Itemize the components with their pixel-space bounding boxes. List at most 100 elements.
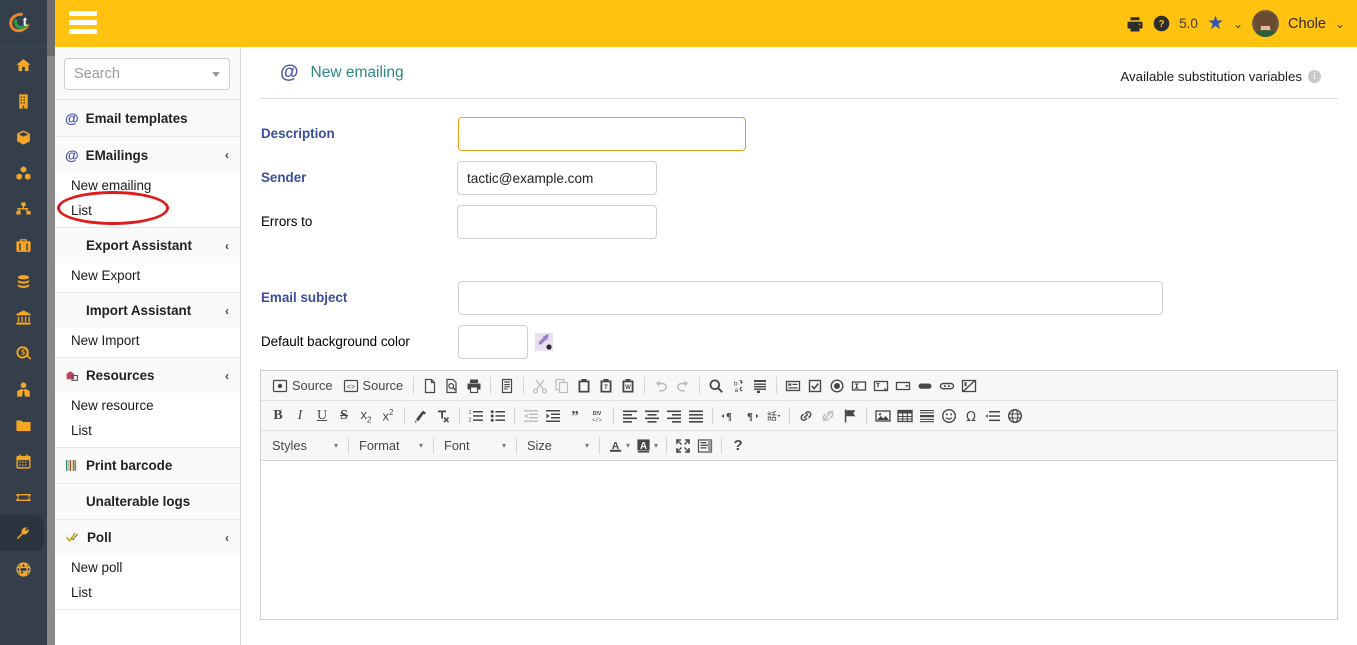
div-container-icon[interactable]: DIV </>: [586, 405, 608, 427]
iframe-icon[interactable]: [1004, 405, 1026, 427]
sidebar-subitem-list[interactable]: List: [55, 198, 240, 227]
rail-item-companies[interactable]: [0, 83, 47, 119]
rail-item-home[interactable]: [0, 47, 47, 83]
user-chevron-down-icon[interactable]: ⌄: [1335, 17, 1345, 31]
image-button-icon[interactable]: [936, 375, 958, 397]
sidebar-item-unalterable-logs[interactable]: Unalterable logs: [55, 484, 240, 519]
selection-field-icon[interactable]: [892, 375, 914, 397]
replace-icon[interactable]: ba: [727, 375, 749, 397]
templates-icon[interactable]: [496, 375, 518, 397]
print-icon[interactable]: [1126, 15, 1144, 33]
italic-button[interactable]: I: [289, 405, 311, 427]
rail-item-commercial[interactable]: [0, 227, 47, 263]
chevron-left-icon[interactable]: ‹: [225, 239, 229, 253]
chevron-left-icon[interactable]: ‹: [225, 531, 229, 545]
subscript-button[interactable]: x2: [355, 405, 377, 427]
copy-formatting-icon[interactable]: [410, 405, 432, 427]
user-name-label[interactable]: Chole: [1288, 16, 1326, 32]
rail-item-products[interactable]: [0, 119, 47, 155]
underline-button[interactable]: U: [311, 405, 333, 427]
font-dropdown[interactable]: Font ▾: [439, 435, 511, 457]
chevron-left-icon[interactable]: ‹: [225, 304, 229, 318]
sidebar-subitem-list[interactable]: List: [55, 418, 240, 447]
radio-button-icon[interactable]: [826, 375, 848, 397]
menu-hamburger-icon[interactable]: [69, 11, 97, 38]
rail-item-accounting[interactable]: [0, 335, 47, 371]
email-subject-input[interactable]: [458, 281, 1163, 315]
star-icon[interactable]: ★: [1207, 12, 1224, 35]
chevron-left-icon[interactable]: ‹: [225, 148, 229, 162]
rail-item-projects[interactable]: [0, 191, 47, 227]
print-icon[interactable]: [463, 375, 485, 397]
eyedropper-icon[interactable]: [534, 332, 554, 352]
paste-icon[interactable]: [573, 375, 595, 397]
preview-icon[interactable]: [441, 375, 463, 397]
textarea-icon[interactable]: [870, 375, 892, 397]
sidebar-item-email-templates[interactable]: @ Email templates: [55, 100, 240, 136]
sender-input[interactable]: [457, 161, 657, 195]
rail-item-tickets[interactable]: [0, 479, 47, 515]
paste-as-text-icon[interactable]: T: [595, 375, 617, 397]
app-logo[interactable]: t: [0, 0, 47, 47]
sidebar-item-import-assistant[interactable]: Import Assistant ‹: [55, 293, 240, 328]
show-blocks-icon[interactable]: [694, 435, 716, 457]
checkbox-icon[interactable]: [804, 375, 826, 397]
source-button[interactable]: Source: [267, 375, 338, 397]
numbered-list-icon[interactable]: 12: [465, 405, 487, 427]
editor-content-area[interactable]: [261, 461, 1337, 617]
align-center-icon[interactable]: [641, 405, 663, 427]
bold-button[interactable]: B: [267, 405, 289, 427]
bulleted-list-icon[interactable]: [487, 405, 509, 427]
sidebar-subitem-new-poll[interactable]: New poll: [55, 555, 240, 580]
text-field-icon[interactable]: [848, 375, 870, 397]
sidebar-item-poll[interactable]: Poll ‹: [55, 520, 240, 555]
errors-to-input[interactable]: [457, 205, 657, 239]
styles-dropdown[interactable]: Styles ▾: [267, 435, 343, 457]
align-right-icon[interactable]: [663, 405, 685, 427]
sidebar-subitem-new-resource[interactable]: New resource: [55, 393, 240, 418]
rtl-icon[interactable]: ¶: [740, 405, 762, 427]
sidebar-item-export-assistant[interactable]: Export Assistant ‹: [55, 228, 240, 263]
hidden-field-icon[interactable]: [958, 375, 980, 397]
blockquote-icon[interactable]: ”: [564, 405, 586, 427]
rail-item-agenda[interactable]: [0, 443, 47, 479]
avatar[interactable]: [1252, 10, 1280, 37]
increase-indent-icon[interactable]: [542, 405, 564, 427]
special-character-icon[interactable]: Ω: [960, 405, 982, 427]
help-circle-icon[interactable]: ?: [1153, 15, 1170, 32]
rail-item-bank[interactable]: [0, 299, 47, 335]
search-input[interactable]: Search: [64, 58, 230, 90]
find-icon[interactable]: [705, 375, 727, 397]
ltr-icon[interactable]: ¶: [718, 405, 740, 427]
rail-item-tools[interactable]: [0, 515, 44, 551]
justify-icon[interactable]: [685, 405, 707, 427]
search-dropdown-caret-icon[interactable]: [212, 72, 220, 77]
new-page-icon[interactable]: [419, 375, 441, 397]
about-icon[interactable]: ?: [727, 435, 749, 457]
sidebar-item-resources[interactable]: Resources ‹: [55, 358, 240, 393]
info-icon[interactable]: i: [1308, 70, 1321, 83]
sidebar-item-emailings[interactable]: @ EMailings ‹: [55, 137, 240, 173]
language-icon[interactable]: 話: [762, 405, 784, 427]
maximize-icon[interactable]: [672, 435, 694, 457]
substitution-variables-link[interactable]: Available substitution variables i: [1120, 69, 1321, 84]
sidebar-subitem-list[interactable]: List: [55, 580, 240, 609]
rail-item-stock[interactable]: [0, 155, 47, 191]
page-break-icon[interactable]: [982, 405, 1004, 427]
sidebar-subitem-new-emailing[interactable]: New emailing: [55, 173, 240, 198]
button-icon[interactable]: [914, 375, 936, 397]
select-all-icon[interactable]: [749, 375, 771, 397]
rail-item-billing[interactable]: [0, 263, 47, 299]
sidebar-item-print-barcode[interactable]: Print barcode: [55, 448, 240, 483]
horizontal-rule-icon[interactable]: [916, 405, 938, 427]
size-dropdown[interactable]: Size ▾: [522, 435, 594, 457]
background-color-icon[interactable]: A ▾: [633, 435, 661, 457]
text-color-icon[interactable]: A ▾: [605, 435, 633, 457]
format-dropdown[interactable]: Format ▾: [354, 435, 428, 457]
sidebar-subitem-new-export[interactable]: New Export: [55, 263, 240, 292]
paste-from-word-icon[interactable]: W: [617, 375, 639, 397]
superscript-button[interactable]: x2: [377, 405, 399, 427]
align-left-icon[interactable]: [619, 405, 641, 427]
rail-scrollbar-thumb[interactable]: [47, 0, 55, 56]
chevron-left-icon[interactable]: ‹: [225, 369, 229, 383]
